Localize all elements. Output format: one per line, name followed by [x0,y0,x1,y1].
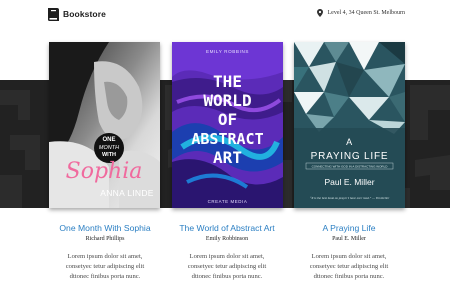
cover-author: Paul E. Miller [324,177,374,187]
site-header: Bookstore Level 4, 34 Queen St. Melbourn [0,0,450,30]
badge-line-2: MONTH [99,145,119,151]
cover-blurb: “It is the best book on prayer I have ev… [310,195,390,200]
description-line: Lorem ipsum dolor sit amet, [311,253,387,260]
description-line: Lorem ipsum dolor sit amet, [189,253,265,260]
cover-art-abstract: EMILY ROBBINS THE WORLD OF ABSTRACT ART … [172,42,283,208]
book-cover-one-month-with-sophia[interactable]: ONE MONTH WITH Sophia ANNA LINDE [49,42,160,208]
book-description: Lorem ipsum dolor sit amet, consetyec te… [157,252,297,282]
cover-bottom-text: CREATE MEDIA [208,199,248,204]
book-description: Lorem ipsum dolor sit amet, consetyec te… [279,252,419,282]
description-line: dttonec finibus porta nunc. [69,273,141,280]
address-text: Level 4, 34 Queen St. Melbourn [327,10,405,16]
book-info-1: One Month With Sophia Richard Phillips L… [35,222,175,282]
badge-line-1: ONE [102,137,115,143]
location-pin-icon [316,9,323,17]
store-address: Level 4, 34 Queen St. Melbourn [316,9,405,17]
book-description: Lorem ipsum dolor sit amet, consetyec te… [35,252,175,282]
cover-title-line-1: A [346,137,353,147]
brand-name: Bookstore [63,9,106,19]
description-line: dttonec finibus porta nunc. [191,273,263,280]
cover-art-sophia: ONE MONTH WITH Sophia ANNA LINDE [49,42,160,208]
brand-logo[interactable]: Bookstore [48,7,106,21]
badge-line-3: WITH [102,152,116,158]
cover-title-line-2: WORLD [203,91,251,110]
book-cover-a-praying-life[interactable]: A PRAYING LIFE CONNECTING WITH GOD IN A … [294,42,405,208]
book-author: Emily Robbinson [205,236,249,242]
description-line: Lorem ipsum dolor sit amet, [67,253,143,260]
description-line: consetyec tetur adipiscing elit [65,263,145,270]
book-title-link[interactable]: A Praying Life [279,222,419,234]
description-line: consetyec tetur adipiscing elit [309,263,389,270]
book-title-link[interactable]: The World of Abstract Art [157,222,297,234]
book-info-2: The World of Abstract Art Emily Robbinso… [157,222,297,282]
cover-title-line-4: ABSTRACT [191,130,263,148]
book-info-3: A Praying Life Paul E. Miller Lorem ipsu… [279,222,419,282]
cover-title-line-3: OF [218,110,237,129]
cover-script-title: Sophia [66,159,143,184]
cover-title-line-1: THE [213,72,242,91]
book-author: Richard Phillips [85,236,125,242]
book-cover-world-of-abstract-art[interactable]: EMILY ROBBINS THE WORLD OF ABSTRACT ART … [172,42,283,208]
description-line: dttonec finibus porta nunc. [313,273,385,280]
book-author: Paul E. Miller [332,236,366,242]
cover-top-text: EMILY ROBBINS [206,49,249,54]
cover-subtitle: CONNECTING WITH GOD IN A DISTRACTING WOR… [312,165,389,169]
cover-author: ANNA LINDE [100,188,154,198]
cover-art-praying-life: A PRAYING LIFE CONNECTING WITH GOD IN A … [294,42,405,208]
book-title-link[interactable]: One Month With Sophia [35,222,175,234]
book-icon [48,7,59,21]
description-line: consetyec tetur adipiscing elit [187,263,267,270]
cover-title-line-2: PRAYING LIFE [311,151,389,162]
cover-title-line-5: ART [213,148,242,167]
